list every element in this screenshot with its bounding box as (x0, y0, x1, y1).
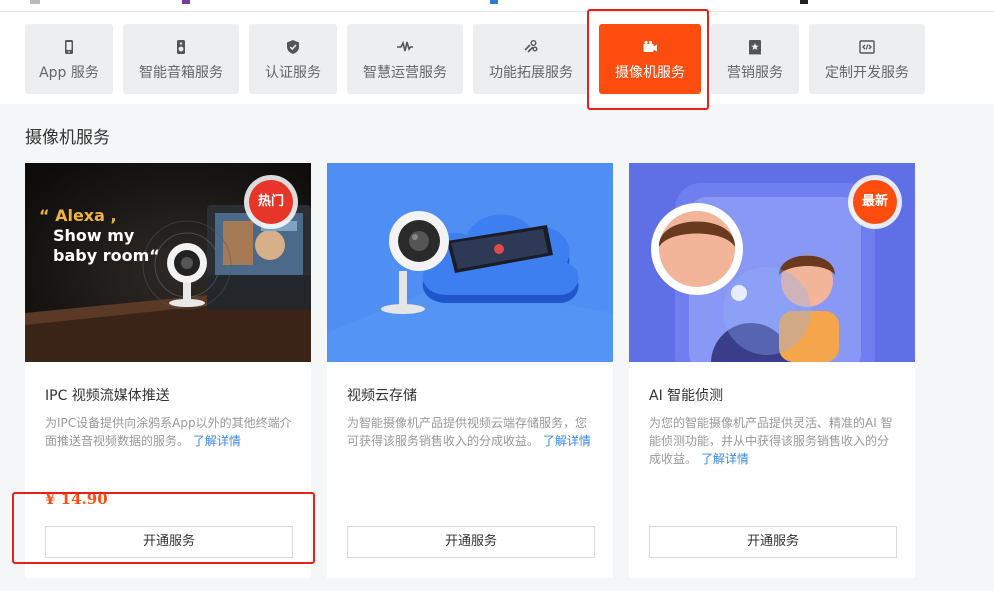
tab-label: 功能拓展服务 (489, 65, 573, 81)
card-price: ¥ 14.90 (45, 490, 108, 508)
speaker-icon (177, 40, 185, 54)
tab-label: 智慧运营服务 (363, 65, 447, 81)
card-title: AI 智能侦测 (649, 388, 724, 404)
top-strip (0, 0, 994, 12)
service-tab-bar: App 服务 智能音箱服务 认证服务 智慧运营服务 功能拓展服务 摄像机服务 营… (0, 12, 994, 104)
phone-icon (65, 40, 73, 54)
code-icon (859, 40, 875, 54)
service-card-ai-detection: 最新 AI 智能侦测 为您的智能摄像机产品提供灵活、精准的AI 智能侦测功能，并… (629, 163, 915, 578)
service-card-ipc-stream: “ Alexa , Show my baby room“ 热门 IPC 视频流媒… (25, 163, 311, 578)
learn-more-link[interactable]: 了解详情 (543, 434, 591, 448)
shield-icon (287, 40, 299, 54)
image-quote-line2: Show my (53, 226, 135, 245)
card-image-alexa: “ Alexa , Show my baby room“ 热门 (25, 163, 311, 362)
pulse-icon (397, 40, 413, 52)
tab-smart-speaker[interactable]: 智能音箱服务 (123, 24, 239, 94)
image-quote-line3: baby room“ (53, 246, 160, 265)
tab-label: 营销服务 (727, 65, 783, 81)
card-image-cloud (327, 163, 613, 362)
activate-service-button[interactable]: 开通服务 (347, 526, 595, 558)
tab-label: 定制开发服务 (825, 65, 909, 81)
section-title: 摄像机服务 (25, 128, 110, 148)
top-fragment (490, 0, 498, 4)
tab-label: 认证服务 (265, 65, 321, 81)
new-badge: 最新 (847, 174, 903, 230)
tab-marketing[interactable]: 营销服务 (711, 24, 799, 94)
tab-smart-operation[interactable]: 智慧运营服务 (347, 24, 463, 94)
card-description: 为您的智能摄像机产品提供灵活、精准的AI 智能侦测功能，并从中获得该服务销售收入… (649, 416, 893, 466)
service-card-cloud-storage: 视频云存储 为智能摄像机产品提供视频云端存储服务，您可获得该服务销售收入的分成收… (327, 163, 613, 578)
top-fragment (30, 0, 40, 4)
cloud-camera-illustration (327, 163, 613, 362)
puzzle-icon (524, 40, 538, 53)
camera-icon (643, 40, 657, 52)
tab-label: 智能音箱服务 (139, 65, 223, 81)
card-description: 为IPC设备提供向涂鸦系App以外的其他终端介面推送音视频数据的服务。 了解详情 (45, 416, 292, 448)
top-fragment (182, 0, 190, 4)
activate-service-button[interactable]: 开通服务 (45, 526, 293, 558)
tab-feature-extension[interactable]: 功能拓展服务 (473, 24, 589, 94)
image-quote-line1: “ Alexa , (39, 206, 117, 225)
card-description: 为智能摄像机产品提供视频云端存储服务，您可获得该服务销售收入的分成收益。 了解详… (347, 416, 591, 448)
star-badge-icon (749, 40, 761, 55)
tab-camera-service[interactable]: 摄像机服务 (599, 24, 701, 94)
hot-badge: 热门 (243, 174, 299, 230)
learn-more-link[interactable]: 了解详情 (701, 452, 749, 466)
tab-certification[interactable]: 认证服务 (249, 24, 337, 94)
top-fragment (800, 0, 808, 4)
learn-more-link[interactable]: 了解详情 (193, 434, 241, 448)
card-title: IPC 视频流媒体推送 (45, 388, 170, 404)
tab-label: 摄像机服务 (615, 65, 685, 81)
tab-app-service[interactable]: App 服务 (25, 24, 113, 94)
card-title: 视频云存储 (347, 388, 417, 404)
tab-label: App 服务 (39, 65, 99, 81)
tab-custom-development[interactable]: 定制开发服务 (809, 24, 925, 94)
card-image-ai: 最新 (629, 163, 915, 362)
activate-service-button[interactable]: 开通服务 (649, 526, 897, 558)
